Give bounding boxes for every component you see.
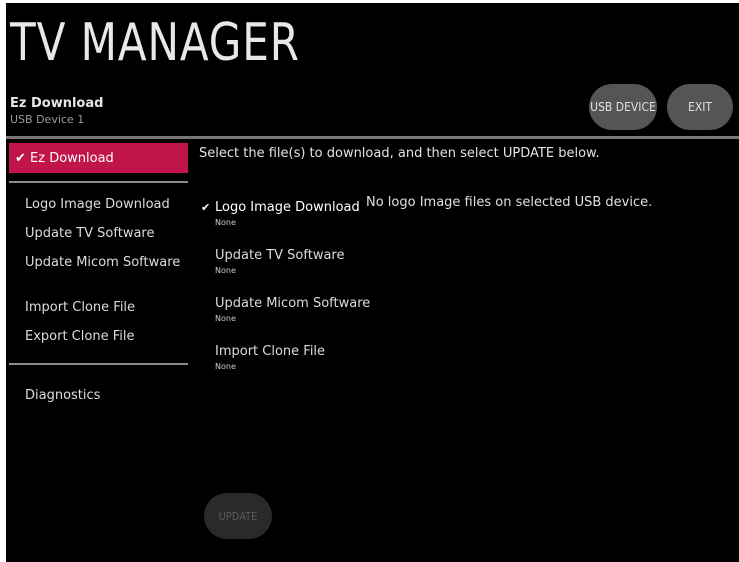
file-option-title: Logo Image Download (215, 200, 360, 215)
file-option-status: None (215, 314, 236, 323)
update-button[interactable]: UPDATE (204, 493, 272, 539)
no-files-message: No logo Image files on selected USB devi… (366, 195, 653, 210)
file-option-title: Update TV Software (215, 248, 345, 263)
device-name: USB Device 1 (10, 113, 85, 126)
file-option-title: Update Micom Software (215, 296, 371, 311)
sidebar-divider (9, 181, 188, 183)
sidebar-item-diagnostics[interactable]: Diagnostics (25, 388, 100, 403)
sidebar-divider (9, 363, 188, 365)
sidebar-item-ez-download[interactable]: ✔ Ez Download (9, 143, 188, 173)
checkmark-icon: ✔ (201, 201, 211, 214)
sidebar-item-update-tv-software[interactable]: Update TV Software (25, 226, 155, 241)
page-title: TV MANAGER (10, 13, 300, 73)
file-option-status: None (215, 218, 236, 227)
usb-device-button[interactable]: USB DEVICE (589, 84, 657, 130)
file-option-update-tv-software[interactable]: Update TV Software None (215, 248, 345, 275)
header-context: Ez Download USB Device 1 (10, 96, 103, 126)
sidebar-item-export-clone-file[interactable]: Export Clone File (25, 329, 134, 344)
file-option-status: None (215, 266, 236, 275)
sidebar-item-update-micom-software[interactable]: Update Micom Software (25, 255, 180, 270)
file-option-status: None (215, 362, 236, 371)
tv-manager-screen: TV MANAGER Ez Download USB Device 1 USB … (6, 3, 739, 562)
file-option-import-clone-file[interactable]: Import Clone File None (215, 344, 325, 371)
instruction-text: Select the file(s) to download, and then… (199, 146, 600, 161)
sidebar-item-logo-image-download[interactable]: Logo Image Download (25, 197, 170, 212)
exit-button[interactable]: EXIT (667, 84, 733, 130)
file-option-update-micom-software[interactable]: Update Micom Software None (215, 296, 370, 323)
file-option-logo-image-download[interactable]: ✔ Logo Image Download None (201, 200, 360, 227)
header-divider (6, 136, 739, 139)
section-name: Ez Download (10, 96, 104, 111)
sidebar-item-import-clone-file[interactable]: Import Clone File (25, 300, 135, 315)
file-option-title: Import Clone File (215, 344, 326, 359)
